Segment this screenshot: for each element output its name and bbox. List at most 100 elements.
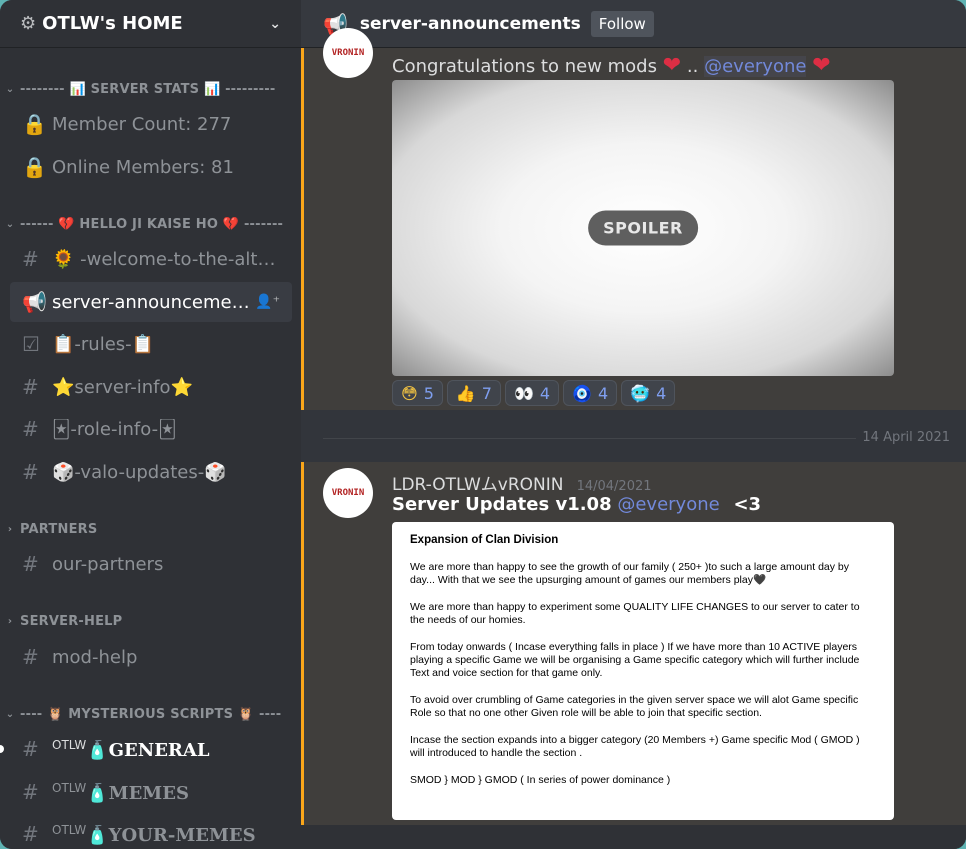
megaphone-icon: 📢 — [22, 290, 47, 314]
category-label: SERVER-HELP — [20, 613, 123, 629]
channel-member-count[interactable]: 🔒 Member Count: 277 — [10, 104, 292, 144]
chevron-down-icon[interactable]: ⌄ — [269, 16, 281, 32]
channel-label: our-partners — [52, 553, 164, 575]
bottle-icon: 🧴 — [86, 824, 109, 846]
timestamp: 14/04/2021 — [576, 479, 652, 494]
channel-label: YOUR-MEMES — [108, 824, 256, 846]
category-partners[interactable]: › PARTNERS — [0, 519, 301, 539]
message-header: LDR-OTLWムvRONIN 14/04/2021 — [392, 470, 652, 495]
add-member-icon[interactable]: 👤⁺ — [255, 294, 280, 310]
category-label: ------ 💔 HELLO JI KAISE HO 💔 ------- — [20, 216, 284, 232]
message-congrats: VRONIN Congratulations to new mods ❤ .. … — [301, 28, 966, 410]
channel-mod-help[interactable]: # mod-help — [10, 637, 292, 677]
date-label: 14 April 2021 — [862, 430, 950, 445]
channel-welcome[interactable]: # 🌻 -welcome-to-the-alternate-dimension — [10, 239, 292, 279]
reaction-cold[interactable]: 🥶 4 — [621, 380, 676, 406]
bottom-bar — [301, 825, 966, 849]
channel-label: 🎲-valo-updates-🎲 — [52, 461, 227, 483]
server-header[interactable]: ⚙ OTLW's HOME ⌄ — [0, 0, 301, 48]
channel-sidebar: ⚙ OTLW's HOME ⌄ ⌄ -------- 📊 SERVER STAT… — [0, 0, 301, 849]
everyone-mention[interactable]: @everyone — [704, 56, 807, 77]
channel-label: MEMES — [108, 782, 189, 804]
chevron-icon: › — [7, 615, 13, 627]
channel-server-info[interactable]: # ⭐server-info⭐ — [10, 367, 292, 407]
channel-memes[interactable]: # OTLW🧴MEMES — [10, 772, 292, 812]
eye-icon: 🧿 — [572, 383, 593, 403]
hash-icon: # — [22, 645, 39, 669]
unread-indicator — [0, 745, 4, 753]
doc-paragraph: We are more than happy to see the growth… — [410, 561, 850, 586]
channel-server-announcements[interactable]: 📢 server-announcements 👤⁺ — [10, 282, 292, 322]
hash-icon: # — [22, 247, 39, 271]
channel-your-memes[interactable]: # OTLW🧴YOUR-MEMES — [10, 814, 292, 849]
avatar-text: VRONIN — [331, 488, 365, 498]
category-label: ---- 🦉 MYSTERIOUS SCRIPTS 🦉 ---- — [20, 706, 282, 722]
channel-label: Online Members: 81 — [52, 156, 234, 178]
discord-window: ⚙ OTLW's HOME ⌄ ⌄ -------- 📊 SERVER STAT… — [0, 0, 966, 849]
reaction-count: 4 — [539, 383, 551, 403]
doc-paragraph: We are more than happy to experiment som… — [410, 601, 860, 626]
lock-icon: 🔒 — [22, 155, 47, 179]
message-suffix: <3 — [733, 494, 762, 515]
gear-icon: ⚙ — [20, 13, 37, 34]
channel-label: 🌻 -welcome-to-the-alternate-dimension — [52, 248, 280, 270]
follow-button[interactable]: Follow — [590, 10, 654, 37]
channel-rules[interactable]: ☑ 📋-rules-📋 — [10, 324, 292, 364]
spoiler-image[interactable]: SPOILER — [392, 80, 894, 376]
message-body: Congratulations to new mods — [392, 56, 657, 77]
channel-label: 🃏-role-info-🃏 — [52, 418, 177, 440]
avatar[interactable]: VRONIN — [323, 28, 373, 78]
everyone-mention[interactable]: @everyone — [617, 494, 719, 515]
channel-label: mod-help — [52, 646, 138, 668]
reaction-eye[interactable]: 🧿 4 — [563, 380, 618, 406]
channel-our-partners[interactable]: # our-partners — [10, 544, 292, 584]
channel-label: GENERAL — [108, 739, 210, 761]
category-server-stats[interactable]: ⌄ -------- 📊 SERVER STATS 📊 --------- — [0, 79, 301, 99]
hash-icon: # — [22, 780, 39, 804]
channel-label: server-announcements — [52, 291, 256, 313]
avatar[interactable]: VRONIN — [323, 468, 373, 518]
date-divider: 14 April 2021 — [301, 410, 966, 462]
message-text: Server Updates v1.08 @everyone <3 — [392, 494, 761, 515]
channel-prefix: OTLW — [52, 822, 87, 837]
flushed-icon: 😳 — [401, 383, 418, 403]
reaction-count: 5 — [423, 383, 434, 403]
channel-prefix: OTLW — [52, 780, 87, 795]
channel-prefix: OTLW — [52, 737, 87, 752]
message-separator: .. — [686, 56, 699, 77]
author-name[interactable]: LDR-OTLWムvRONIN — [392, 475, 563, 495]
reaction-count: 4 — [656, 383, 667, 403]
reaction-count: 7 — [481, 383, 492, 403]
reaction-thumbsup[interactable]: 👍 7 — [446, 380, 501, 406]
chevron-icon: ⌄ — [5, 218, 15, 230]
doc-title: Expansion of Clan Division — [410, 534, 559, 546]
channel-label: ⭐server-info⭐ — [52, 376, 193, 398]
channel-valo-updates[interactable]: # 🎲-valo-updates-🎲 — [10, 452, 292, 492]
hash-icon: # — [22, 737, 39, 761]
chat-area: 📢 server-announcements Follow VRONIN Con… — [301, 0, 966, 849]
reaction-eyes[interactable]: 👀 4 — [504, 380, 560, 406]
doc-paragraph: SMOD } MOD } GMOD ( In series of power d… — [410, 774, 671, 786]
channel-role-info[interactable]: # 🃏-role-info-🃏 — [10, 409, 292, 449]
hash-icon: # — [22, 375, 39, 399]
hash-icon: # — [22, 552, 39, 576]
message-title: Server Updates v1.08 — [392, 494, 612, 515]
category-mysterious-scripts[interactable]: ⌄ ---- 🦉 MYSTERIOUS SCRIPTS 🦉 ---- — [0, 704, 301, 724]
chevron-icon: ⌄ — [5, 708, 15, 720]
reaction-flushed[interactable]: 😳 5 — [392, 380, 443, 406]
heart-icon: ❤ — [812, 53, 831, 78]
bottle-icon: 🧴 — [86, 782, 109, 804]
channel-topbar: 📢 server-announcements Follow — [301, 0, 966, 48]
attached-image-document[interactable]: Expansion of Clan Division We are more t… — [392, 522, 894, 820]
channel-label: 📋-rules-📋 — [52, 333, 155, 355]
category-label: PARTNERS — [20, 521, 98, 537]
category-hello[interactable]: ⌄ ------ 💔 HELLO JI KAISE HO 💔 ------- — [0, 214, 301, 234]
message-server-updates: VRONIN LDR-OTLWムvRONIN 14/04/2021 Server… — [301, 462, 966, 825]
thumbs-up-icon: 👍 — [455, 383, 476, 403]
doc-paragraph: Incase the section expands into a bigger… — [410, 734, 860, 759]
category-label: -------- 📊 SERVER STATS 📊 --------- — [20, 81, 276, 97]
channel-general[interactable]: # OTLW🧴GENERAL — [10, 729, 292, 769]
category-server-help[interactable]: › SERVER-HELP — [0, 611, 301, 631]
channel-online-members[interactable]: 🔒 Online Members: 81 — [10, 147, 292, 187]
hash-icon: # — [22, 822, 39, 846]
